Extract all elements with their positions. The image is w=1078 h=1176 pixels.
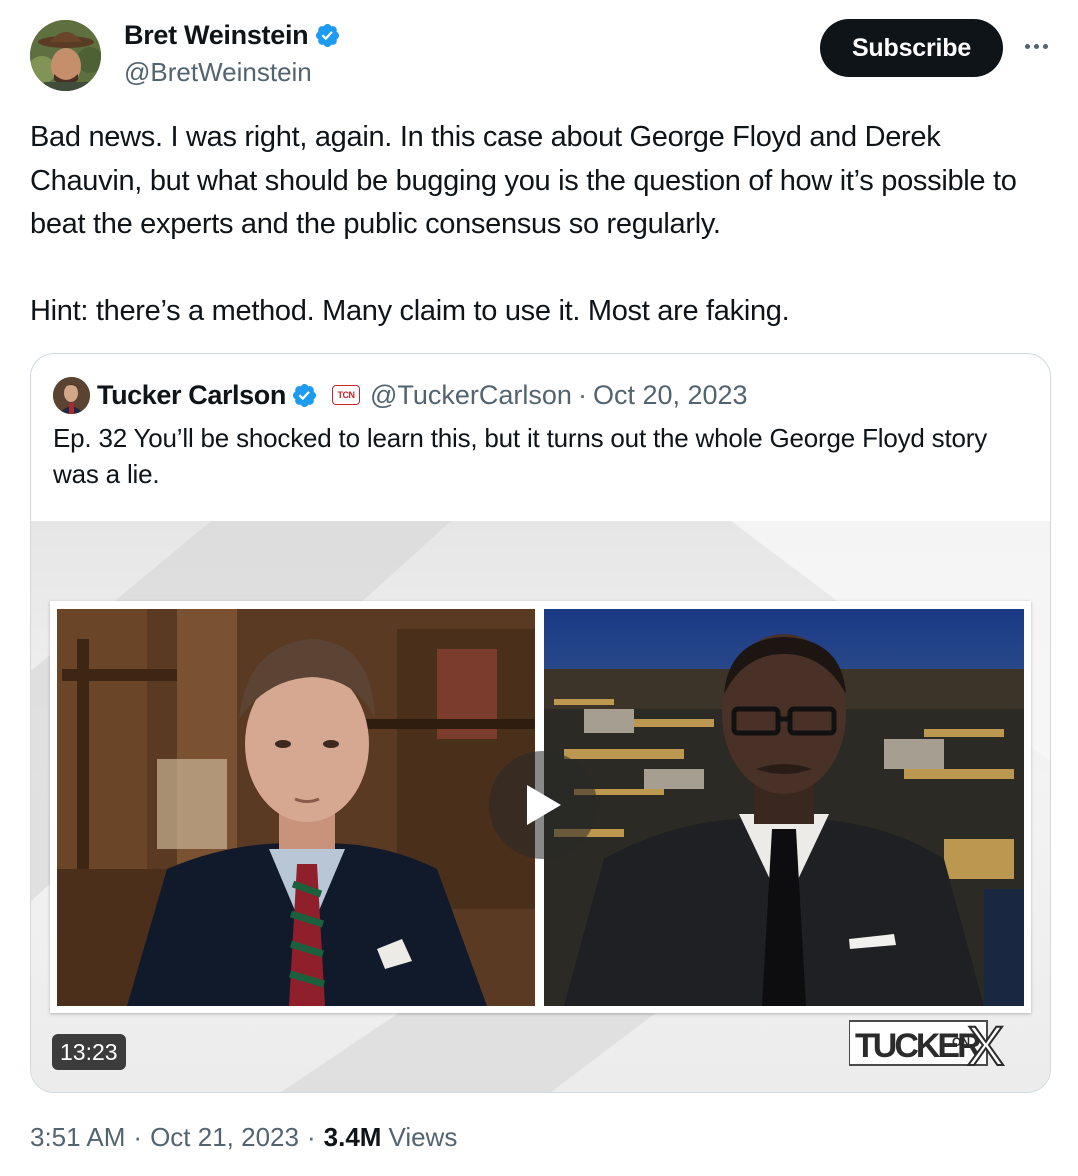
svg-text:X: X xyxy=(967,1017,1004,1069)
video-left-panel xyxy=(57,609,535,1006)
quoted-tweet-header: Tucker Carlson TCN @TuckerCarlson · Oct … xyxy=(53,375,748,415)
author-name[interactable]: Bret Weinstein xyxy=(124,20,309,51)
author-handle[interactable]: @BretWeinstein xyxy=(124,57,312,88)
verified-badge-icon xyxy=(316,23,340,48)
video-player[interactable]: 13:23 TUCKER ON X xyxy=(31,521,1050,1092)
tweet-text: Bad news. I was right, again. In this ca… xyxy=(30,116,1040,334)
affiliate-badge-icon: TCN xyxy=(331,385,360,405)
separator-dot: · xyxy=(133,1122,143,1152)
tweet-paragraph: Hint: there’s a method. Many claim to us… xyxy=(30,295,790,327)
author-avatar[interactable] xyxy=(30,20,101,91)
tweet: Bret Weinstein @BretWeinstein Subscribe … xyxy=(0,0,1078,1176)
views-count: 3.4M xyxy=(323,1122,382,1152)
subscribe-button[interactable]: Subscribe xyxy=(820,19,1003,77)
quoted-tweet[interactable]: Tucker Carlson TCN @TuckerCarlson · Oct … xyxy=(30,353,1051,1093)
tucker-on-x-logo: TUCKER ON X xyxy=(849,1017,1005,1069)
play-icon xyxy=(527,785,561,825)
quoted-tweet-text: Ep. 32 You’ll be shocked to learn this, … xyxy=(53,423,988,489)
separator-dot: · xyxy=(306,1122,316,1152)
tweet-date[interactable]: Oct 21, 2023 xyxy=(150,1122,299,1153)
more-options-icon[interactable] xyxy=(1016,26,1056,66)
tweet-time[interactable]: 3:51 AM xyxy=(30,1122,125,1153)
affiliate-badge-label: TCN xyxy=(337,390,355,400)
quoted-author-name: Tucker Carlson xyxy=(97,379,286,410)
tweet-metadata: 3:51 AM · Oct 21, 2023 · 3.4M Views xyxy=(30,1122,457,1153)
quoted-author-avatar[interactable] xyxy=(53,376,90,414)
play-button[interactable] xyxy=(489,751,597,859)
author-name-row: Bret Weinstein xyxy=(124,20,341,51)
separator-dot: · xyxy=(577,379,587,410)
video-right-panel xyxy=(544,609,1024,1006)
video-duration: 13:23 xyxy=(52,1034,126,1070)
quoted-author-handle: @TuckerCarlson xyxy=(369,379,572,410)
quoted-tweet-date: Oct 20, 2023 xyxy=(592,379,748,410)
tweet-paragraph: Bad news. I was right, again. In this ca… xyxy=(30,121,1017,240)
verified-badge-icon xyxy=(292,383,316,407)
views-label: Views xyxy=(388,1122,458,1152)
